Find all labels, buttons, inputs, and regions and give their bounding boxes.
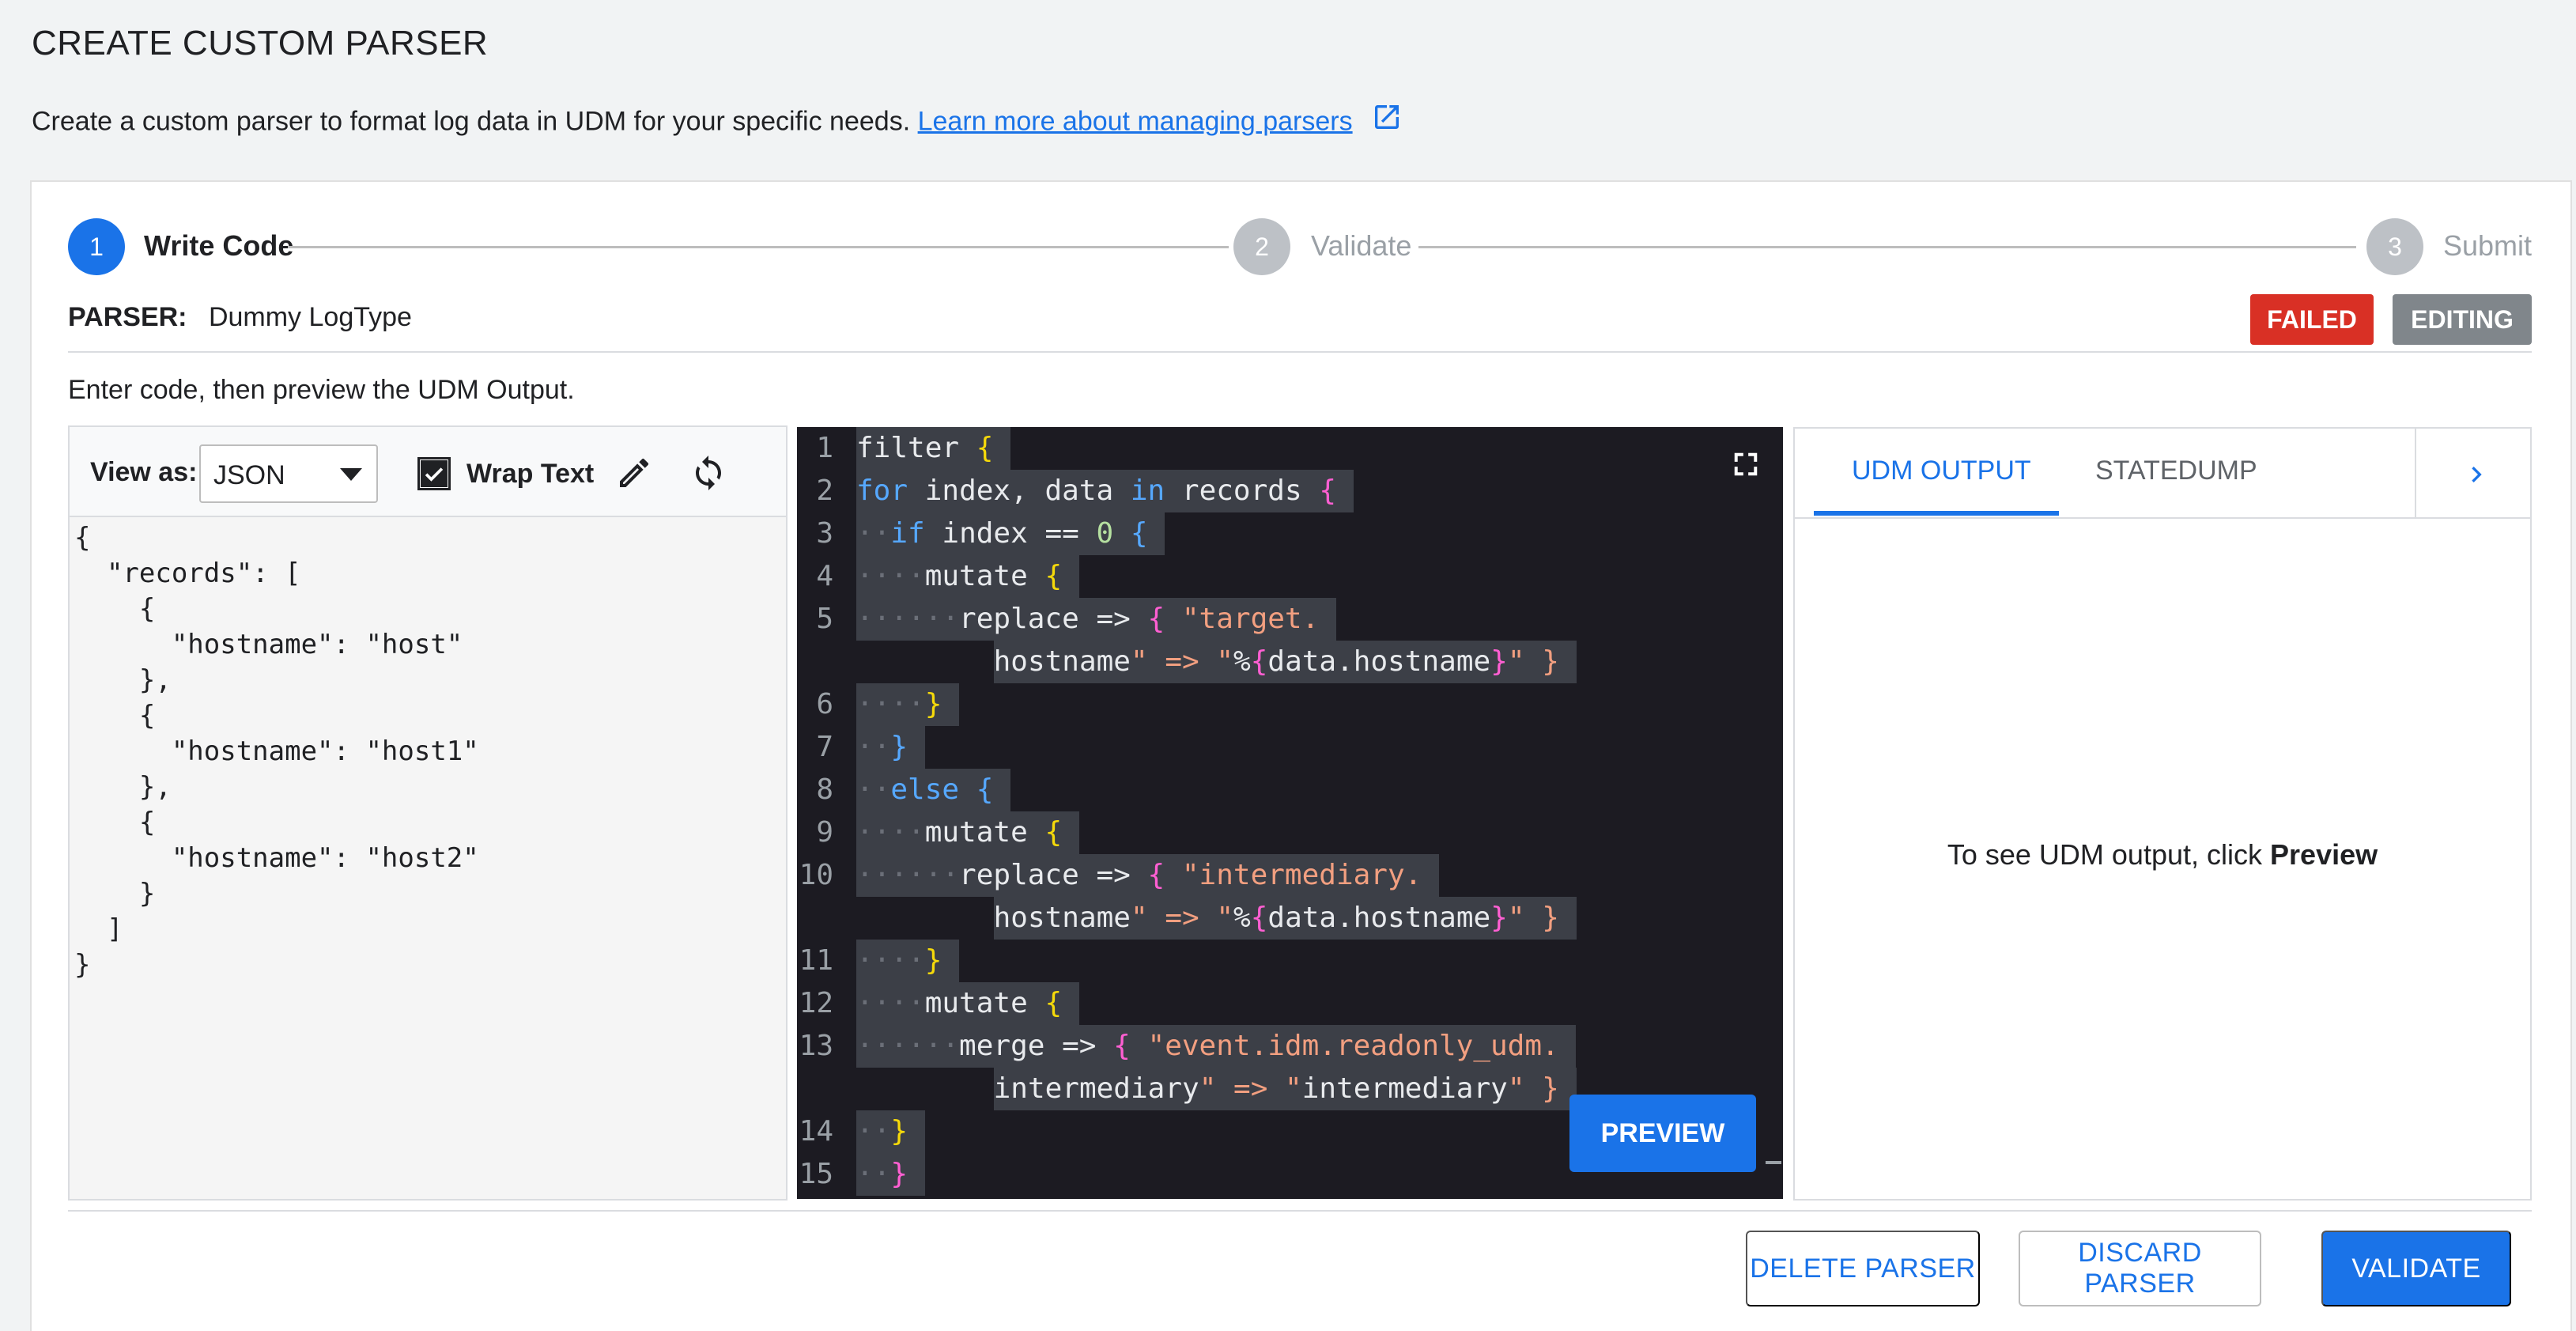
- line-number: 7: [816, 731, 833, 763]
- code-text: hostname" => "%{data.hostname}" }: [993, 641, 1577, 683]
- delete-parser-button[interactable]: DELETE PARSER: [1746, 1231, 1980, 1306]
- code-text: hostname" => "%{data.hostname}" }: [993, 897, 1577, 940]
- active-tab-indicator: [1814, 511, 2059, 516]
- line-number: 13: [799, 1030, 833, 1062]
- json-line: {: [74, 593, 156, 625]
- description-text: Create a custom parser to format log dat…: [32, 106, 911, 137]
- divider: [68, 351, 2532, 353]
- json-line: {: [74, 522, 91, 554]
- step-connector: [288, 246, 1229, 248]
- step-1-circle: 1: [68, 218, 125, 275]
- instructions-text: Enter code, then preview the UDM Output.: [68, 375, 575, 405]
- code-text: ······replace => { "intermediary.: [856, 854, 1439, 897]
- input-toolbar: View as: JSON Wrap Text: [70, 427, 786, 517]
- line-number: 8: [816, 773, 833, 806]
- json-line: {: [74, 807, 156, 838]
- json-line: },: [74, 664, 172, 696]
- discard-parser-button[interactable]: DISCARD PARSER: [2019, 1231, 2261, 1306]
- udm-empty-message: To see UDM output, click Preview: [1795, 838, 2530, 872]
- json-line: "hostname": "host1": [74, 735, 479, 767]
- code-text: filter {: [856, 427, 1011, 470]
- view-as-value: JSON: [213, 460, 285, 490]
- line-number: 4: [816, 560, 833, 592]
- code-editor[interactable]: 1 filter { 2 for index, data in records { …: [797, 427, 1783, 1199]
- code-text: ····mutate {: [856, 811, 1079, 854]
- wrap-text-label: Wrap Text: [466, 459, 595, 489]
- output-panel: UDM OUTPUT STATEDUMP To see UDM output, …: [1793, 427, 2532, 1201]
- line-number: 14: [799, 1115, 833, 1148]
- code-text: ····mutate {: [856, 555, 1079, 598]
- fullscreen-icon[interactable]: [1731, 449, 1761, 483]
- tab-statedump[interactable]: STATEDUMP: [2095, 456, 2257, 486]
- wrap-text-checkbox[interactable]: [417, 457, 451, 490]
- raw-log-json[interactable]: { "records": [ { "hostname": "host" }, {…: [74, 520, 479, 983]
- line-number: 10: [799, 859, 833, 891]
- output-tabs: UDM OUTPUT STATEDUMP: [1795, 429, 2530, 519]
- line-number: 5: [816, 603, 833, 635]
- step-2-circle: 2: [1233, 218, 1290, 275]
- parser-label: PARSER:: [68, 302, 187, 332]
- line-number: 3: [816, 517, 833, 550]
- view-as-select[interactable]: JSON: [199, 444, 378, 503]
- code-text: ··}: [856, 726, 925, 769]
- external-link-icon[interactable]: [1371, 101, 1403, 140]
- line-number: 11: [799, 944, 833, 977]
- json-line: "hostname": "host": [74, 629, 463, 660]
- code-text: ····}: [856, 683, 960, 726]
- step-3-label: Submit: [2443, 229, 2533, 262]
- code-text: ··if index == 0 {: [856, 512, 1165, 555]
- json-line: }: [74, 878, 156, 909]
- code-text: intermediary" => "intermediary" }: [993, 1068, 1577, 1110]
- code-text: ······replace => { "target.: [856, 598, 1336, 641]
- footer-divider: [68, 1210, 2532, 1212]
- json-line: "hostname": "host2": [74, 842, 479, 874]
- line-number: 2: [816, 475, 833, 507]
- input-panel: View as: JSON Wrap Text { "records": [ {…: [68, 425, 788, 1201]
- code-text: ··else {: [856, 769, 1011, 811]
- code-text: for index, data in records {: [856, 470, 1354, 512]
- code-text: ····mutate {: [856, 982, 1079, 1025]
- line-number: 6: [816, 688, 833, 720]
- edit-icon[interactable]: [615, 454, 653, 492]
- json-line: ]: [74, 913, 123, 945]
- json-line: }: [74, 949, 91, 981]
- json-line: "records": [: [74, 558, 301, 589]
- view-as-label: View as:: [90, 457, 198, 487]
- stepper: 1 Write Code 2 Validate 3 Submit: [68, 218, 2532, 275]
- chevron-right-icon[interactable]: [2461, 459, 2492, 494]
- tab-udm-output[interactable]: UDM OUTPUT: [1852, 456, 2031, 486]
- code-text: ····}: [856, 940, 960, 982]
- line-number: 15: [799, 1158, 833, 1190]
- status-editing-badge: EDITING: [2393, 294, 2532, 345]
- checkmark-icon: [421, 460, 448, 487]
- json-line: },: [74, 771, 172, 803]
- code-text: ··}: [856, 1110, 925, 1153]
- parser-name: Dummy LogType: [208, 302, 412, 332]
- page-title: CREATE CUSTOM PARSER: [32, 24, 489, 62]
- line-number: 9: [816, 816, 833, 849]
- line-number: 12: [799, 987, 833, 1019]
- editor-scrollbar[interactable]: [1766, 1161, 1781, 1164]
- status-failed-badge: FAILED: [2250, 294, 2374, 345]
- preview-button[interactable]: PREVIEW: [1569, 1095, 1756, 1172]
- chevron-down-icon: [340, 468, 362, 481]
- refresh-icon[interactable]: [689, 454, 727, 492]
- line-number: 1: [816, 432, 833, 464]
- step-connector: [1418, 246, 2356, 248]
- step-2-label: Validate: [1311, 229, 1412, 262]
- udm-message-text: To see UDM output, click: [1947, 838, 2263, 871]
- udm-message-action: Preview: [2270, 838, 2378, 871]
- tab-divider: [2415, 429, 2416, 517]
- parser-info: PARSER: Dummy LogType: [68, 302, 412, 333]
- step-3-circle: 3: [2366, 218, 2423, 275]
- learn-more-link[interactable]: Learn more about managing parsers: [918, 106, 1353, 136]
- json-line: {: [74, 700, 156, 732]
- page-description: Create a custom parser to format log dat…: [32, 105, 1403, 140]
- step-1-label: Write Code: [144, 229, 294, 262]
- validate-button[interactable]: VALIDATE: [2321, 1231, 2511, 1306]
- code-text: ··}: [856, 1153, 925, 1196]
- code-text: ······merge => { "event.idm.readonly_udm…: [856, 1025, 1577, 1068]
